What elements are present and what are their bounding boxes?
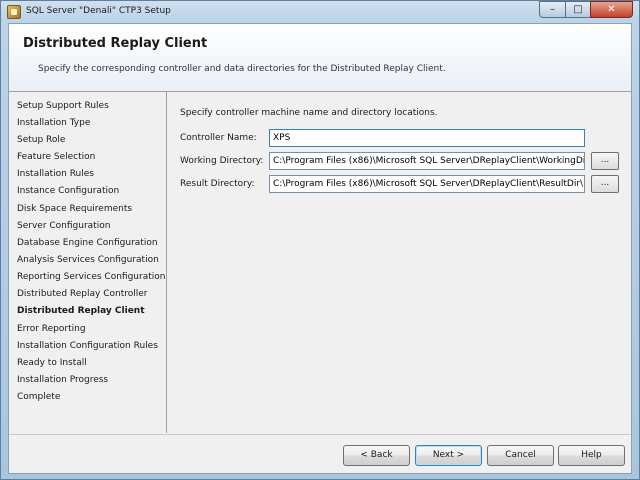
sidebar-item-database-engine-configuration[interactable]: Database Engine Configuration — [17, 238, 158, 248]
sidebar-item-feature-selection[interactable]: Feature Selection — [17, 152, 95, 162]
sidebar-item-disk-space-requirements[interactable]: Disk Space Requirements — [17, 204, 132, 214]
working-directory-browse-button[interactable]: ... — [591, 152, 619, 170]
sidebar-item-distributed-replay-controller[interactable]: Distributed Replay Controller — [17, 289, 147, 299]
page-subtitle: Specify the corresponding controller and… — [38, 64, 446, 74]
sidebar-item-distributed-replay-client[interactable]: Distributed Replay Client — [17, 306, 145, 316]
dialog-client-area: Distributed Replay Client Specify the co… — [8, 23, 632, 474]
maximize-icon: □ — [573, 4, 583, 15]
result-directory-input[interactable] — [269, 175, 585, 193]
dialog-footer: < Back Next > Cancel Help — [9, 434, 631, 474]
minimize-icon: – — [550, 4, 555, 15]
sidebar-item-installation-rules[interactable]: Installation Rules — [17, 169, 94, 179]
controller-name-input[interactable] — [269, 129, 585, 147]
page-header: Distributed Replay Client Specify the co… — [9, 24, 631, 92]
minimize-button[interactable]: – — [539, 1, 565, 18]
controller-name-label: Controller Name: — [180, 133, 257, 143]
working-directory-label: Working Directory: — [180, 156, 264, 166]
instruction-text: Specify controller machine name and dire… — [180, 108, 438, 118]
sidebar-item-installation-progress[interactable]: Installation Progress — [17, 375, 108, 385]
close-icon: ✕ — [607, 4, 616, 15]
sidebar-item-error-reporting[interactable]: Error Reporting — [17, 324, 86, 334]
caption-buttons: – □ ✕ — [539, 1, 633, 19]
sidebar-item-installation-configuration-rules[interactable]: Installation Configuration Rules — [17, 341, 158, 351]
maximize-button[interactable]: □ — [565, 1, 590, 18]
window-title: SQL Server "Denali" CTP3 Setup — [26, 6, 171, 16]
cancel-button[interactable]: Cancel — [487, 445, 554, 466]
sidebar-item-setup-role[interactable]: Setup Role — [17, 135, 65, 145]
page-title: Distributed Replay Client — [23, 36, 208, 51]
sidebar-item-installation-type[interactable]: Installation Type — [17, 118, 90, 128]
result-directory-label: Result Directory: — [180, 179, 255, 189]
back-button[interactable]: < Back — [343, 445, 410, 466]
setup-window: SQL Server "Denali" CTP3 Setup – □ ✕ Dis… — [0, 0, 640, 480]
title-bar[interactable]: SQL Server "Denali" CTP3 Setup – □ ✕ — [1, 1, 639, 23]
result-directory-browse-button[interactable]: ... — [591, 175, 619, 193]
close-button[interactable]: ✕ — [590, 1, 633, 18]
sidebar-item-analysis-services-configuration[interactable]: Analysis Services Configuration — [17, 255, 159, 265]
sidebar-item-setup-support-rules[interactable]: Setup Support Rules — [17, 101, 109, 111]
sidebar-item-reporting-services-configuration[interactable]: Reporting Services Configuration — [17, 272, 165, 282]
steps-sidebar: Setup Support Rules Installation Type Se… — [9, 92, 167, 433]
sidebar-item-server-configuration[interactable]: Server Configuration — [17, 221, 110, 231]
help-button[interactable]: Help — [558, 445, 625, 466]
main-panel: Specify controller machine name and dire… — [167, 92, 631, 433]
setup-app-icon — [7, 5, 21, 19]
sidebar-item-ready-to-install[interactable]: Ready to Install — [17, 358, 87, 368]
sidebar-item-complete[interactable]: Complete — [17, 392, 60, 402]
next-button[interactable]: Next > — [415, 445, 482, 466]
sidebar-item-instance-configuration[interactable]: Instance Configuration — [17, 186, 119, 196]
working-directory-input[interactable] — [269, 152, 585, 170]
